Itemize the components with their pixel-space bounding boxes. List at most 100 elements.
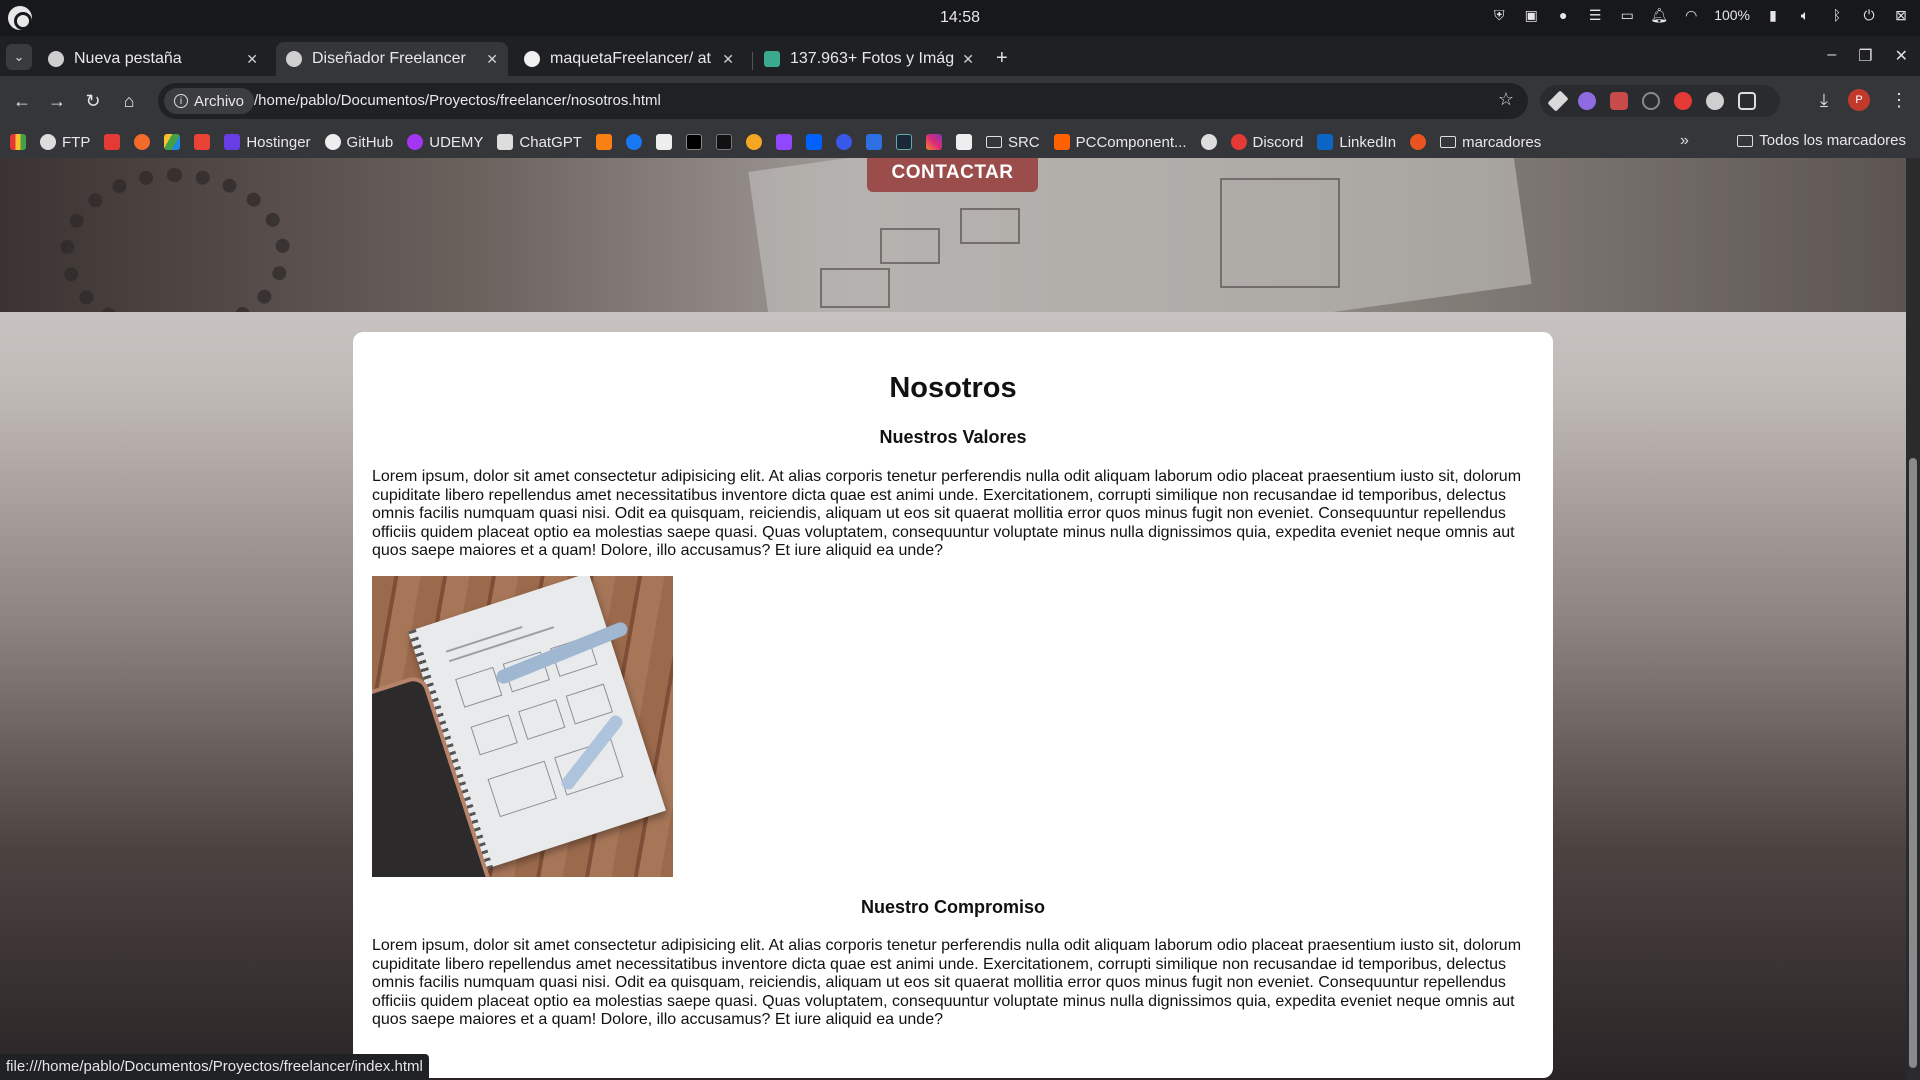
bookmark-marcadores[interactable]: marcadores [1440,134,1541,151]
bookmark-ftp[interactable]: FTP [40,134,90,151]
new-tab-button[interactable]: + [996,48,1008,68]
gmail-icon[interactable] [194,134,211,150]
twitch-icon[interactable] [775,134,792,150]
globe-bookmark-icon[interactable] [1200,134,1217,150]
system-top-bar: 14:58 ⛨ ▣ ● ☰ ▭ 🔔︎ ◠ 100% ▮ 🔈︎ ᛒ ⏻ ⊠ [0,0,1920,36]
hand-extension-icon[interactable] [1674,92,1692,110]
block-extension-icon[interactable] [1642,92,1660,110]
address-bar[interactable]: i Archivo /home/pablo/Documentos/Proyect… [158,83,1528,119]
close-tab-icon[interactable]: ✕ [246,51,258,68]
gear-extension-icon[interactable] [1578,92,1596,110]
orange-icon[interactable] [745,134,762,150]
bookmark-linkedin[interactable]: LinkedIn [1317,134,1396,151]
commitment-heading: Nuestro Compromiso [860,897,1046,917]
notebook-photo [372,576,673,877]
back-arrow-icon[interactable]: ← [10,89,34,113]
system-tray: ⛨ ▣ ● ☰ ▭ 🔔︎ ◠ 100% ▮ 🔈︎ ᛒ ⏻ ⊠ [1490,6,1910,24]
tab-fotos-imagenes[interactable]: 137.963+ Fotos y Imáge ✕ [754,42,984,76]
ubuntu-icon[interactable] [1410,134,1427,150]
bookmark-pccomponentes[interactable]: PCComponent... [1053,134,1187,151]
record-dot-icon[interactable]: ● [1554,6,1572,24]
sketch-box [820,268,890,308]
battery-icon[interactable]: ▮ [1764,6,1782,24]
extension-red-icon[interactable] [1610,92,1628,110]
window-list-icon[interactable]: ⊠ [1892,6,1910,24]
app-blue-icon[interactable] [865,134,882,150]
bookmark-label: Discord [1252,133,1304,151]
hostinger-icon [224,134,241,150]
apps-grid-icon[interactable] [10,134,26,150]
bookmark-app-icon[interactable] [655,134,672,150]
openai-extension-icon[interactable] [1706,92,1724,110]
bluetooth-icon[interactable]: ᛒ [1828,6,1846,24]
more-menu-icon[interactable]: ⋮ [1890,90,1908,111]
puzzle-extensions-icon[interactable] [1738,92,1756,110]
bookmark-discord[interactable]: Discord [1230,133,1304,151]
bookmark-udemy[interactable]: UDEMY [407,134,483,151]
bookmark-chatgpt[interactable]: ChatGPT [497,134,582,151]
browser-toolbar: ← → ↻ ⌂ i Archivo /home/pablo/Documentos… [0,76,1920,126]
bookmark-hostinger[interactable]: Hostinger [224,133,311,151]
more-bookmarks-chevron-icon[interactable]: » [1680,132,1689,150]
minimize-icon[interactable]: – [1827,46,1836,66]
facebook-icon[interactable] [625,134,642,150]
tab-maqueta-freelancer[interactable]: maquetaFreelancer/ at ✕ [514,42,744,76]
eyedropper-extension-icon[interactable] [1547,90,1569,112]
download-icon[interactable]: ⤓ [1820,90,1828,111]
bookmark-github[interactable]: GitHub [324,134,393,151]
window-controls: – ❐ ✕ [1827,46,1908,66]
tab-disenador-freelancer[interactable]: Diseñador Freelancer ✕ [276,42,508,76]
commitment-text: Lorem ipsum, dolor sit amet consectetur … [372,937,1522,1028]
x-twitter-icon[interactable] [685,134,702,150]
forward-arrow-icon[interactable]: → [45,89,69,113]
tab-nueva-pestana[interactable]: Nueva pestaña ✕ [38,42,268,76]
scrollbar-thumb[interactable] [1909,458,1917,1068]
bookmark-label: Hostinger [246,133,311,151]
close-tab-icon[interactable]: ✕ [486,51,498,68]
gpu-icon[interactable]: ▣ [1522,6,1540,24]
contact-button[interactable]: CONTACTAR [867,158,1038,192]
notebook-spiral-decoration [60,168,290,312]
sketch-box [1220,178,1340,288]
close-tab-icon[interactable]: ✕ [962,51,974,68]
steam-icon[interactable] [895,134,912,150]
close-window-icon[interactable]: ✕ [1895,46,1908,66]
battery-percent: 100% [1714,7,1750,23]
url-text[interactable]: /home/pablo/Documentos/Proyectos/freelan… [254,92,661,109]
moodle-icon[interactable] [595,134,612,150]
udemy-icon [407,134,424,150]
youtube-icon[interactable] [104,134,121,150]
wordpress-icon[interactable] [835,134,852,150]
github-icon [524,51,540,67]
bookmark-label: FTP [62,133,91,151]
restore-icon[interactable]: ❐ [1858,46,1872,66]
values-heading: Nuestros Valores [879,427,1027,447]
sketch-box [880,228,940,264]
all-bookmarks-folder[interactable]: Todos los marcadores [1737,132,1906,149]
profile-avatar[interactable]: P [1848,89,1870,111]
tab-search-button[interactable]: ⌄ [6,44,32,70]
volume-icon[interactable]: 🔈︎ [1796,6,1814,24]
bookmark-star-icon[interactable]: ☆ [1498,89,1514,110]
adobe-icon[interactable] [715,134,732,150]
page-scrollbar[interactable] [1906,158,1920,1080]
instagram-icon[interactable] [925,134,942,150]
brave-icon[interactable] [134,134,151,150]
home-icon[interactable]: ⌂ [117,89,141,113]
tab-label: Nueva pestaña [74,50,182,67]
power-icon[interactable]: ⏻ [1860,6,1878,24]
dropbox-icon[interactable] [805,134,822,150]
bell-icon[interactable]: 🔔︎ [1650,6,1668,24]
reload-icon[interactable]: ↻ [81,89,105,113]
close-tab-icon[interactable]: ✕ [722,51,734,68]
shield-icon[interactable]: ⛨ [1490,6,1508,24]
page-title: Nosotros [889,372,1017,404]
site-info-chip[interactable]: i Archivo [164,88,255,114]
menu-lines-icon[interactable]: ☰ [1586,6,1604,24]
chatgpt-icon [497,134,514,150]
wifi-icon[interactable]: ◠ [1682,6,1700,24]
clipboard-icon[interactable]: ▭ [1618,6,1636,24]
amazon-icon[interactable] [955,134,972,150]
bookmark-src[interactable]: SRC [985,134,1040,151]
drive-icon[interactable] [164,134,181,150]
